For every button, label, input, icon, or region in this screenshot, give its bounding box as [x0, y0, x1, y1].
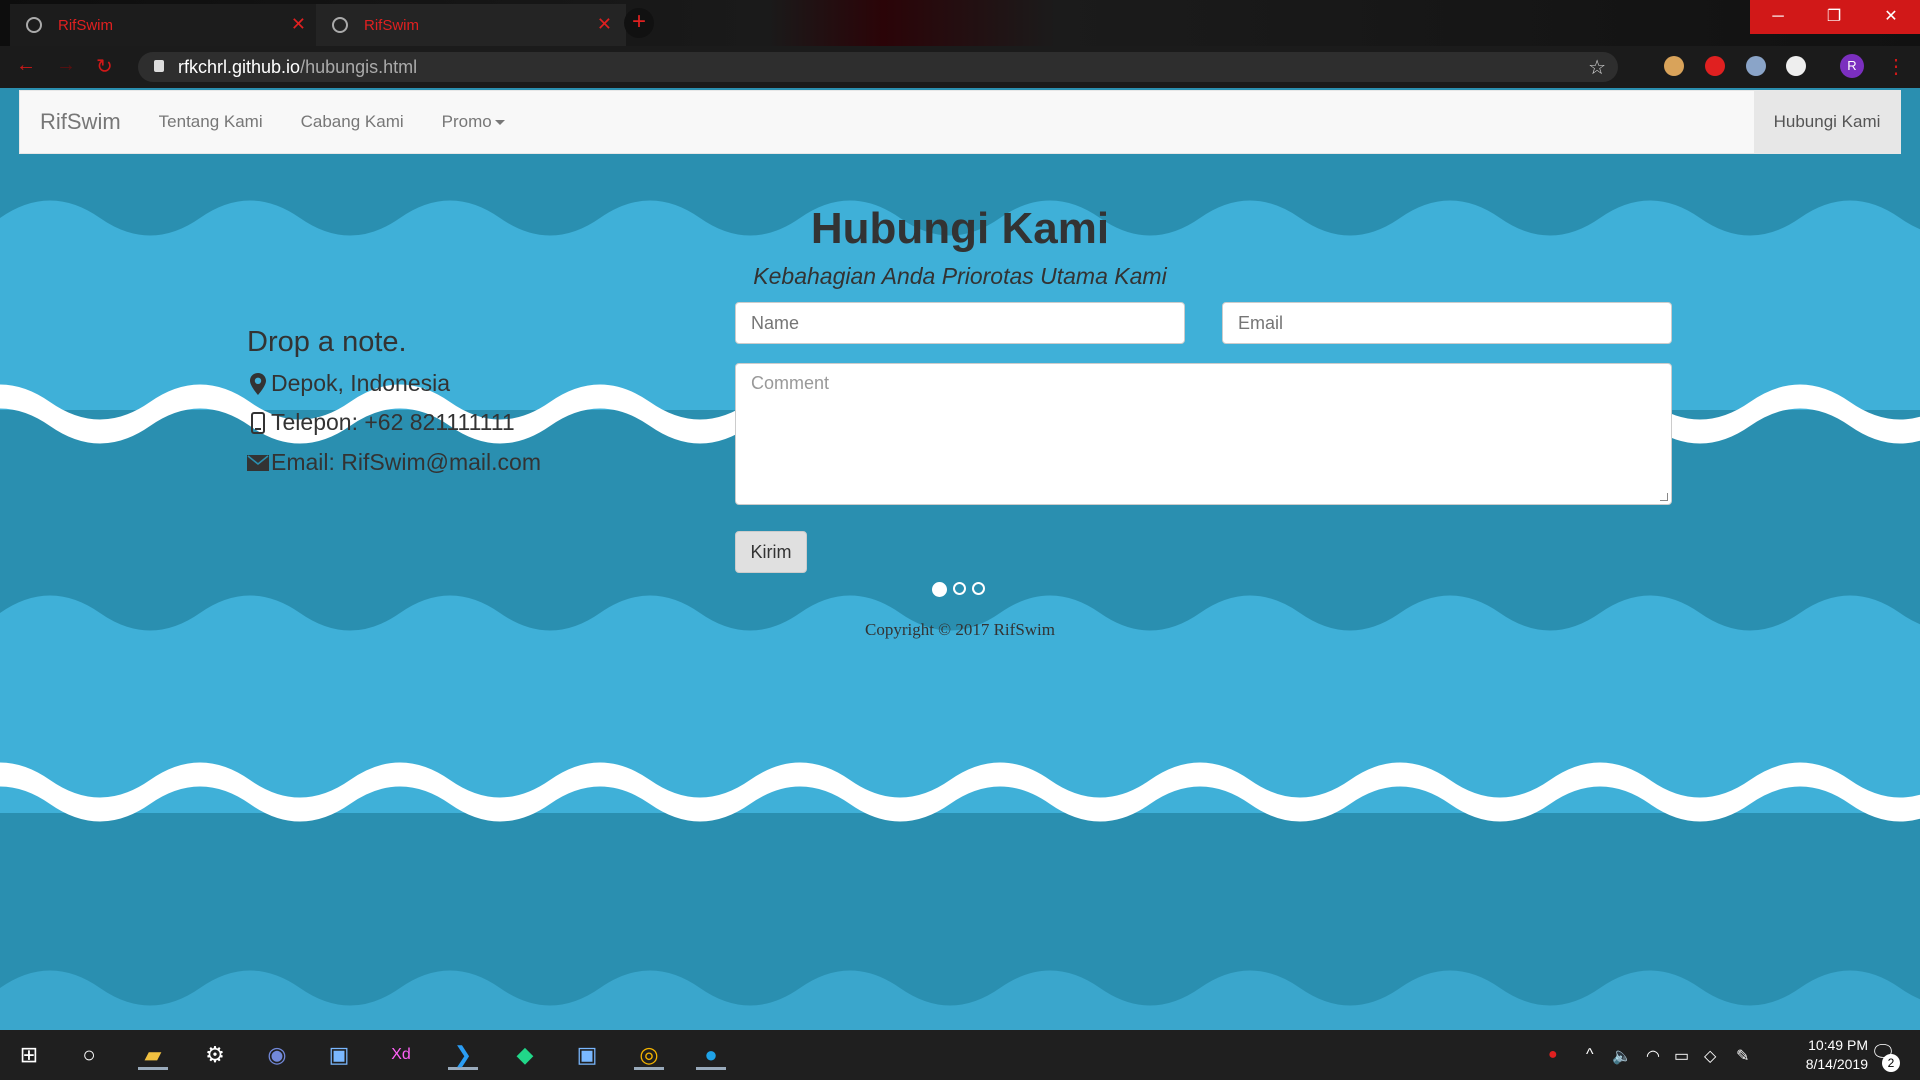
- search-circle-icon[interactable]: ○: [74, 1040, 104, 1070]
- location-line: Depok, Indonesia: [247, 370, 450, 397]
- envelope-icon: [247, 454, 269, 471]
- notification-count-badge: 2: [1882, 1054, 1900, 1072]
- discord-icon[interactable]: ◉: [262, 1040, 292, 1070]
- globe-icon: [332, 17, 348, 33]
- window-app-2-icon[interactable]: ▣: [572, 1040, 602, 1070]
- nav-tentang-kami[interactable]: Tentang Kami: [159, 112, 263, 132]
- nav-promo-label: Promo: [441, 112, 492, 131]
- tab-rifswim-2[interactable]: RifSwim ✕: [316, 4, 626, 46]
- forward-icon[interactable]: →: [56, 54, 76, 77]
- windows-taskbar: ⊞ ○ ▰ ⚙ ◉ ▣ Xd ❯ ◆ ▣ ◎ ● ● ^ 🔈 ◠ ▭ ◇ ✎ 1…: [0, 1030, 1920, 1080]
- dropbox-icon[interactable]: ◇: [1704, 1046, 1716, 1066]
- jetbrains-icon[interactable]: ◆: [510, 1040, 540, 1070]
- adobe-xd-icon[interactable]: Xd: [386, 1040, 416, 1070]
- browser-toolbar: ← → ↻ rfkchrl.github.io/hubungis.html ☆ …: [0, 46, 1920, 88]
- chrome-icon[interactable]: ◎: [634, 1040, 664, 1070]
- vscode-icon[interactable]: ❯: [448, 1040, 478, 1070]
- page-title: Hubungi Kami: [810, 204, 1110, 253]
- footer-copyright: Copyright © 2017 RifSwim: [864, 620, 1055, 639]
- map-marker-icon: [247, 372, 269, 395]
- window-app-icon[interactable]: ▣: [324, 1040, 354, 1070]
- clock-time: 10:49 PM: [1808, 1037, 1868, 1053]
- close-window-button[interactable]: ✕: [1862, 0, 1920, 34]
- nav-promo-dropdown[interactable]: Promo: [442, 112, 505, 132]
- bookmark-star-icon[interactable]: ☆: [1588, 55, 1606, 80]
- wifi-icon[interactable]: ◠: [1646, 1046, 1660, 1066]
- minimize-button[interactable]: ─: [1750, 0, 1806, 34]
- url-path: /hubungis.html: [300, 56, 418, 77]
- comment-placeholder: Comment: [751, 373, 830, 393]
- tab-title: RifSwim: [58, 16, 113, 34]
- menu-kebab-icon[interactable]: ⋮: [1886, 54, 1906, 79]
- steam-icon[interactable]: ⚙: [200, 1040, 230, 1070]
- volume-icon[interactable]: 🔈: [1612, 1046, 1632, 1066]
- note-heading: Drop a note.: [247, 326, 407, 358]
- maximize-button[interactable]: ❐: [1806, 0, 1862, 34]
- globe-icon: [26, 17, 42, 33]
- phone-text: Telepon: +62 821111111: [271, 409, 515, 435]
- battery-icon[interactable]: ▭: [1674, 1046, 1689, 1066]
- clock-date: 8/14/2019: [1805, 1056, 1868, 1072]
- email-text: Email: RifSwim@mail.com: [271, 449, 541, 475]
- back-icon[interactable]: ←: [16, 54, 36, 77]
- lock-icon: [154, 60, 164, 72]
- url-host: rfkchrl.github.io: [178, 56, 301, 77]
- page-subtitle: Kebahagian Anda Priorotas Utama Kami: [753, 263, 1167, 289]
- caret-down-icon: [494, 120, 505, 126]
- close-tab-icon[interactable]: ✕: [291, 14, 306, 35]
- location-text: Depok, Indonesia: [271, 370, 451, 396]
- carousel-dot-3[interactable]: [972, 582, 985, 595]
- extension-hand-icon[interactable]: [1705, 56, 1725, 76]
- extension-ring-icon[interactable]: [1746, 56, 1766, 76]
- taskbar-clock[interactable]: 10:49 PM 8/14/2019: [1768, 1036, 1868, 1074]
- submit-button[interactable]: Kirim: [735, 531, 807, 573]
- new-tab-button[interactable]: +: [624, 8, 654, 38]
- page-viewport: RifSwim Tentang Kami Cabang Kami Promo H…: [0, 88, 1920, 1030]
- windows-start-icon[interactable]: ⊞: [14, 1040, 44, 1070]
- tab-title: RifSwim: [364, 16, 419, 34]
- nav-cabang-kami[interactable]: Cabang Kami: [301, 112, 404, 132]
- carousel-dot-2[interactable]: [953, 582, 966, 595]
- phone-icon: [247, 411, 269, 434]
- pen-icon[interactable]: ✎: [1736, 1046, 1749, 1066]
- extension-circle-icon[interactable]: [1786, 56, 1806, 76]
- carousel-dot-1[interactable]: [932, 582, 947, 597]
- site-navbar: RifSwim Tentang Kami Cabang Kami Promo H…: [19, 90, 1901, 154]
- file-explorer-icon[interactable]: ▰: [138, 1040, 168, 1070]
- close-tab-icon[interactable]: ✕: [597, 14, 612, 35]
- reload-icon[interactable]: ↻: [96, 54, 113, 79]
- email-line: Email: RifSwim@mail.com: [247, 449, 541, 476]
- browser-tab-strip: RifSwim ✕ RifSwim ✕ + ─ ❐ ✕: [0, 0, 1920, 46]
- brand-link[interactable]: RifSwim: [40, 109, 121, 135]
- carousel-indicators: [932, 582, 985, 597]
- app-blue-icon[interactable]: ●: [696, 1040, 726, 1070]
- phone-line: Telepon: +62 821111111: [247, 409, 515, 436]
- tray-app-icon[interactable]: ●: [1548, 1046, 1558, 1064]
- extension-cookie-icon[interactable]: [1664, 56, 1684, 76]
- resize-grip-icon[interactable]: [1660, 493, 1668, 501]
- tab-rifswim-1[interactable]: RifSwim ✕: [10, 4, 320, 46]
- name-input[interactable]: [735, 302, 1185, 344]
- address-bar[interactable]: rfkchrl.github.io/hubungis.html ☆: [138, 52, 1618, 82]
- nav-hubungi-kami[interactable]: Hubungi Kami: [1754, 91, 1900, 153]
- profile-avatar[interactable]: R: [1840, 54, 1864, 78]
- comment-textarea[interactable]: Comment: [735, 363, 1672, 505]
- email-input[interactable]: [1222, 302, 1672, 344]
- chevron-up-icon[interactable]: ^: [1586, 1046, 1594, 1064]
